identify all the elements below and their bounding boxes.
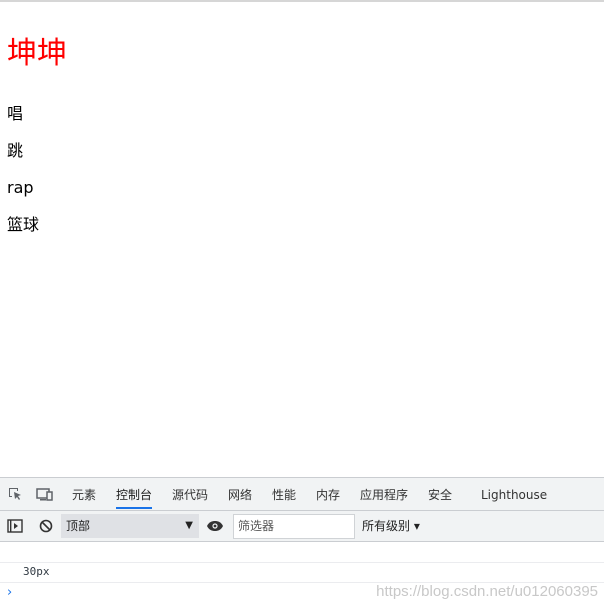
filter-input[interactable]: 筛选器	[233, 514, 355, 539]
list-item: rap	[7, 178, 34, 197]
hobby-list: 唱 跳 rap 篮球	[7, 104, 39, 252]
live-expression-eye-icon[interactable]	[206, 517, 224, 535]
dropdown-arrow-icon: ▼	[185, 520, 193, 531]
console-log-row: 30px	[0, 563, 604, 583]
tab-security[interactable]: 安全	[428, 478, 452, 510]
console-toolbar: 顶部 ▼ 筛选器 所有级别 ▾	[0, 511, 604, 542]
tab-network[interactable]: 网络	[228, 478, 252, 510]
tab-application[interactable]: 应用程序	[360, 478, 408, 510]
watermark-text: https://blog.csdn.net/u012060395	[376, 583, 598, 600]
console-blank-row	[0, 542, 604, 563]
context-value: 顶部	[66, 519, 91, 533]
tab-memory[interactable]: 内存	[316, 478, 340, 510]
tab-elements[interactable]: 元素	[72, 478, 96, 510]
clear-console-icon[interactable]	[37, 517, 55, 535]
device-toolbar-icon[interactable]	[36, 485, 54, 503]
tab-performance[interactable]: 性能	[272, 478, 296, 510]
devtools-tabbar: 元素 控制台 源代码 网络 性能 内存 应用程序 安全 Lighthouse	[0, 478, 604, 511]
list-item: 跳	[7, 141, 24, 160]
page-title: 坤坤	[7, 36, 67, 71]
console-log-message: 30px	[23, 565, 50, 578]
page-viewport: 坤坤 唱 跳 rap 篮球	[0, 2, 604, 477]
log-levels-dropdown[interactable]: 所有级别 ▾	[362, 511, 420, 542]
tab-console[interactable]: 控制台	[116, 478, 153, 510]
inspect-element-icon[interactable]	[6, 485, 24, 503]
devtools-panel: 元素 控制台 源代码 网络 性能 内存 应用程序 安全 Lighthouse 顶…	[0, 477, 604, 610]
console-prompt-icon: ›	[7, 585, 13, 600]
console-output: 30px › https://blog.csdn.net/u012060395	[0, 542, 604, 610]
show-sidebar-icon[interactable]	[6, 517, 24, 535]
tab-sources[interactable]: 源代码	[172, 478, 208, 510]
list-item: 篮球	[7, 215, 40, 234]
list-item: 唱	[7, 104, 24, 123]
execution-context-select[interactable]: 顶部 ▼	[61, 514, 199, 538]
filter-placeholder: 筛选器	[238, 519, 275, 533]
tab-lighthouse[interactable]: Lighthouse	[481, 478, 547, 510]
